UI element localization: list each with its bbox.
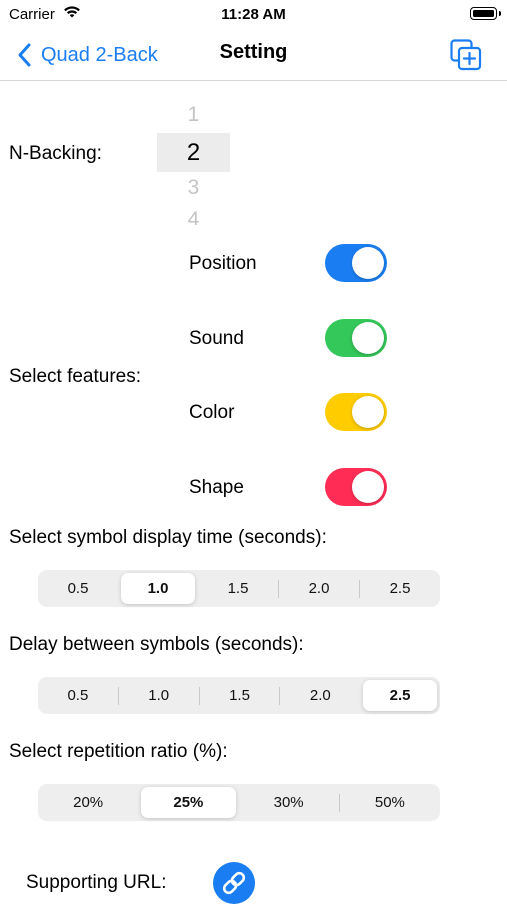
delay-segmented-control[interactable]: 0.5 1.0 1.5 2.0 2.5 — [38, 677, 440, 714]
n-backing-picker[interactable]: 1 2 3 4 — [157, 100, 230, 225]
delay-option-selected[interactable]: 2.5 — [363, 680, 437, 711]
display-time-option[interactable]: 2.0 — [282, 573, 356, 604]
add-copy-icon[interactable] — [449, 38, 483, 72]
display-time-option[interactable]: 1.5 — [201, 573, 275, 604]
delay-option[interactable]: 2.0 — [283, 680, 357, 711]
shape-toggle[interactable] — [325, 468, 387, 506]
repetition-segmented-control[interactable]: 20% 25% 30% 50% — [38, 784, 440, 821]
feature-color-label: Color — [189, 402, 235, 423]
page-title: Setting — [219, 41, 288, 63]
supporting-url-button[interactable] — [213, 862, 255, 904]
segment-divider — [359, 579, 360, 598]
segment-divider — [279, 686, 281, 705]
sound-toggle[interactable] — [325, 319, 387, 357]
feature-position-label: Position — [189, 253, 257, 274]
display-time-option[interactable]: 2.5 — [363, 573, 437, 604]
supporting-url-label: Supporting URL: — [26, 872, 167, 893]
display-time-segmented-control[interactable]: 0.5 1.0 1.5 2.0 2.5 — [38, 570, 440, 607]
segment-divider — [338, 793, 340, 812]
repetition-label: Select repetition ratio (%): — [9, 741, 228, 762]
feature-sound-label: Sound — [189, 328, 244, 349]
picker-option[interactable]: 3 — [157, 176, 230, 200]
repetition-option-selected[interactable]: 25% — [141, 787, 236, 818]
battery-icon — [470, 7, 501, 20]
delay-option[interactable]: 1.0 — [122, 680, 196, 711]
position-toggle[interactable] — [325, 244, 387, 282]
repetition-option[interactable]: 20% — [41, 787, 135, 818]
segment-divider — [198, 686, 200, 705]
navigation-bar: Quad 2-Back Setting — [0, 30, 507, 81]
picker-option[interactable]: 4 — [157, 208, 230, 225]
display-time-option-selected[interactable]: 1.0 — [121, 573, 195, 604]
segment-divider — [278, 579, 279, 598]
color-toggle[interactable] — [325, 393, 387, 431]
n-backing-label: N-Backing: — [9, 143, 102, 164]
picker-option[interactable]: 1 — [157, 103, 230, 127]
display-time-option[interactable]: 0.5 — [41, 573, 115, 604]
clock: 11:28 AM — [221, 6, 286, 23]
delay-option[interactable]: 1.5 — [203, 680, 277, 711]
link-icon — [222, 871, 246, 895]
status-bar: Carrier 11:28 AM — [0, 0, 507, 30]
feature-shape-label: Shape — [189, 477, 244, 498]
delay-label: Delay between symbols (seconds): — [9, 634, 304, 655]
delay-option[interactable]: 0.5 — [41, 680, 115, 711]
display-time-label: Select symbol display time (seconds): — [9, 527, 327, 548]
segment-divider — [117, 686, 119, 705]
select-features-label: Select features: — [9, 366, 142, 387]
repetition-option[interactable]: 30% — [242, 787, 336, 818]
repetition-option[interactable]: 50% — [343, 787, 437, 818]
picker-option-selected[interactable]: 2 — [157, 139, 230, 167]
